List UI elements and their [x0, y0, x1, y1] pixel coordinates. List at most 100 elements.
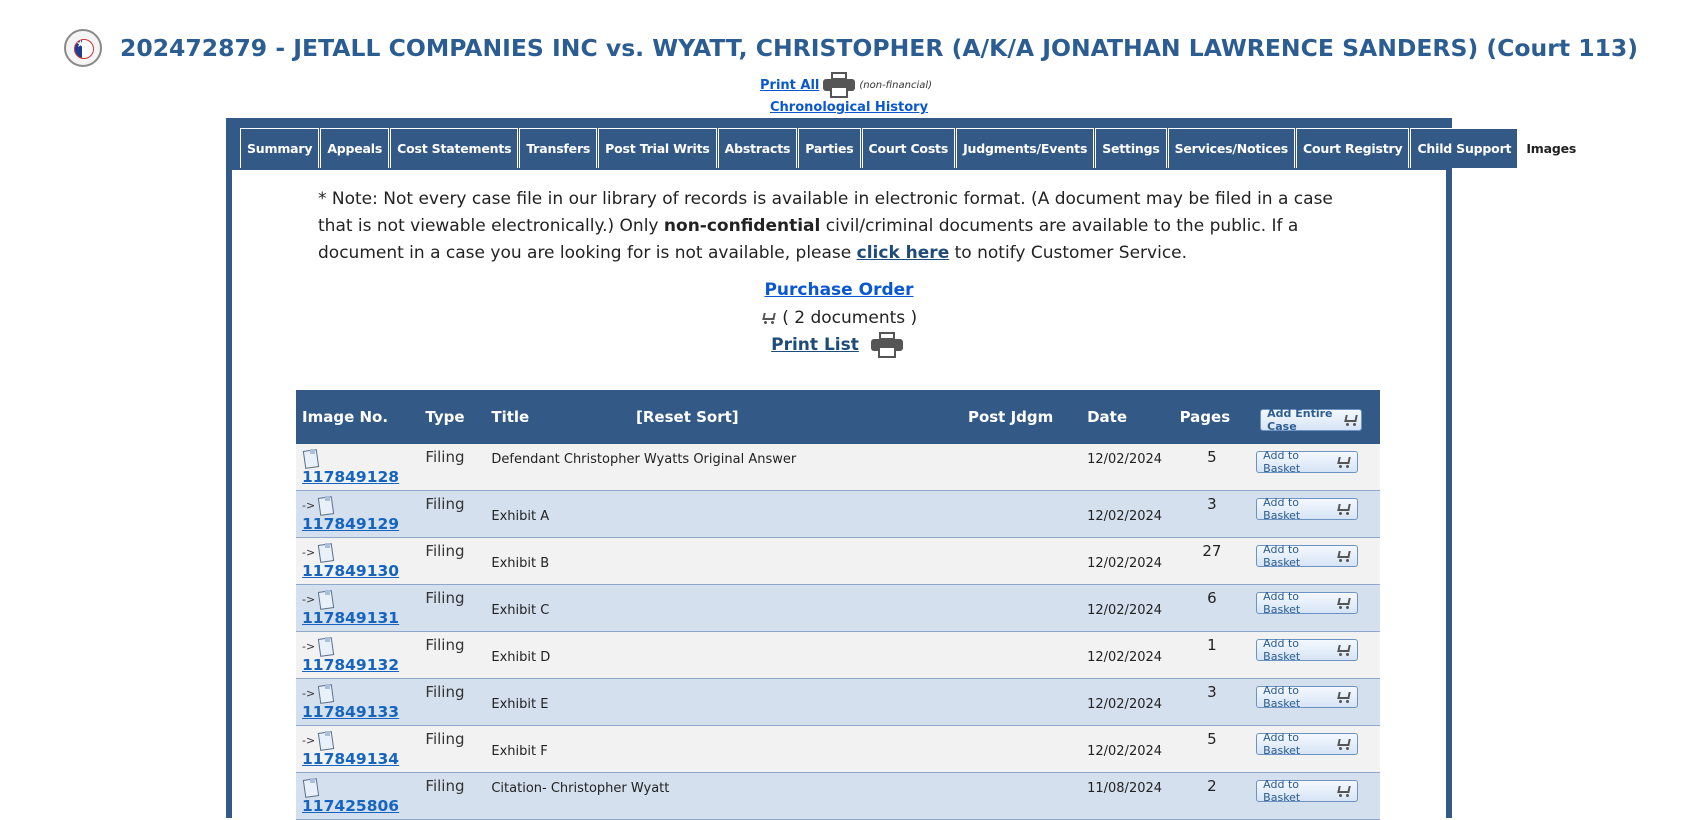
type-cell: Filing: [419, 584, 486, 632]
printer-icon[interactable]: [870, 332, 903, 358]
type-cell: Filing: [419, 631, 486, 679]
add-to-basket-label: Add to Basket: [1263, 684, 1301, 710]
add-to-basket-button[interactable]: Add to Basket: [1256, 449, 1359, 475]
tab-settings[interactable]: Settings: [1095, 128, 1167, 168]
document-icon: [302, 448, 320, 469]
print-list-link[interactable]: Print List: [771, 335, 859, 355]
type-cell: Filing: [419, 725, 486, 773]
document-icon: [317, 542, 335, 563]
date-cell: 12/02/2024: [1081, 725, 1174, 773]
image-link[interactable]: 117849132: [302, 656, 399, 674]
add-to-basket-label: Add to Basket: [1263, 543, 1301, 569]
add-to-basket-button[interactable]: Add to Basket: [1256, 543, 1359, 569]
date-cell: 12/02/2024: [1081, 678, 1174, 726]
actions-cell: Add to Basket: [1250, 537, 1380, 585]
title-cell: Exhibit E: [485, 678, 962, 726]
image-link[interactable]: 117849133: [302, 703, 399, 721]
print-all-row: Print All (non-financial): [760, 72, 932, 98]
non-financial-label: (non-financial): [859, 79, 933, 91]
type-cell: Filing: [419, 678, 486, 726]
note-text-3: to notify Customer Service.: [949, 243, 1188, 263]
table-row: -> 117849131 Filing Exhibit C 12/02/2024 6 Add…: [296, 584, 1380, 632]
purchase-order-link[interactable]: Purchase Order: [764, 280, 913, 300]
click-here-link[interactable]: click here: [857, 243, 950, 263]
col-type[interactable]: Type: [419, 390, 486, 444]
image-link[interactable]: 117849128: [302, 468, 399, 486]
col-pages[interactable]: Pages: [1173, 390, 1251, 444]
type-cell: Filing: [419, 772, 486, 820]
post-jdgm-cell: [961, 490, 1082, 538]
pages-cell: 3: [1173, 490, 1251, 538]
tab-cost-statements[interactable]: Cost Statements: [390, 128, 519, 168]
post-jdgm-cell: [961, 772, 1082, 820]
tab-transfers[interactable]: Transfers: [519, 128, 598, 168]
table-row: -> 117849133 Filing Exhibit E 12/02/2024 3 Add…: [296, 678, 1380, 726]
basket-count-row: ( 2 documents ): [232, 308, 1446, 328]
cart-icon: [1336, 550, 1351, 562]
table-row: 117425806 Filing Citation- Christopher Wya…: [296, 772, 1380, 820]
tab-court-registry[interactable]: Court Registry: [1296, 128, 1410, 168]
add-to-basket-button[interactable]: Add to Basket: [1256, 731, 1359, 757]
chronological-history-link[interactable]: Chronological History: [770, 100, 928, 115]
image-no-cell: -> 117849129: [296, 490, 420, 538]
image-link[interactable]: 117849134: [302, 750, 399, 768]
col-image-no[interactable]: Image No.: [296, 390, 420, 444]
image-link[interactable]: 117849129: [302, 515, 399, 533]
date-cell: 12/02/2024: [1081, 444, 1174, 491]
document-icon: [317, 636, 335, 657]
add-to-basket-label: Add to Basket: [1263, 590, 1301, 616]
cart-icon: [1336, 456, 1351, 468]
tab-judgments-events[interactable]: Judgments/Events: [956, 128, 1095, 168]
actions-cell: Add to Basket: [1250, 678, 1380, 726]
tab-summary[interactable]: Summary: [240, 128, 320, 168]
date-cell: 12/02/2024: [1081, 631, 1174, 679]
add-to-basket-label: Add to Basket: [1263, 778, 1301, 804]
tab-court-costs[interactable]: Court Costs: [861, 128, 956, 168]
post-jdgm-cell: [961, 678, 1082, 726]
add-to-basket-button[interactable]: Add to Basket: [1256, 637, 1359, 663]
type-cell: Filing: [419, 537, 486, 585]
col-title[interactable]: Title: [485, 390, 631, 444]
tab-post-trial-writs[interactable]: Post Trial Writs: [598, 128, 717, 168]
tab-parties[interactable]: Parties: [798, 128, 861, 168]
image-link[interactable]: 117425806: [302, 797, 399, 815]
pages-cell: 27: [1173, 537, 1251, 585]
add-to-basket-button[interactable]: Add to Basket: [1256, 778, 1359, 804]
tab-abstracts[interactable]: Abstracts: [717, 128, 798, 168]
cart-icon: [1336, 691, 1351, 703]
table-row: -> 117849129 Filing Exhibit A 12/02/2024 3 Add…: [296, 490, 1380, 538]
images-table: Image No. Type Title [Reset Sort] Post J…: [296, 390, 1380, 820]
pages-cell: 3: [1173, 678, 1251, 726]
tab-services-notices[interactable]: Services/Notices: [1167, 128, 1296, 168]
reset-sort-link[interactable]: [Reset Sort]: [630, 390, 962, 444]
add-to-basket-button[interactable]: Add to Basket: [1256, 590, 1359, 616]
add-entire-case-button[interactable]: Add Entire Case: [1260, 407, 1363, 433]
image-link[interactable]: 117849130: [302, 562, 399, 580]
print-all-link[interactable]: Print All: [760, 78, 819, 93]
date-cell: 11/08/2024: [1081, 772, 1174, 820]
col-post-jdgm[interactable]: Post Jdgm: [961, 390, 1082, 444]
add-to-basket-button[interactable]: Add to Basket: [1256, 496, 1359, 522]
image-no-cell: -> 117849133: [296, 678, 420, 726]
post-jdgm-cell: [961, 631, 1082, 679]
cart-icon: [1336, 738, 1351, 750]
title-cell: Exhibit B: [485, 537, 962, 585]
printer-icon[interactable]: [823, 72, 856, 98]
col-actions: Add Entire Case: [1250, 390, 1380, 444]
add-to-basket-button[interactable]: Add to Basket: [1256, 684, 1359, 710]
tab-images[interactable]: Images: [1519, 128, 1584, 170]
tab-appeals[interactable]: Appeals: [320, 128, 390, 168]
image-link[interactable]: 117849131: [302, 609, 399, 627]
actions-cell: Add to Basket: [1250, 725, 1380, 773]
table-row: -> 117849130 Filing Exhibit B 12/02/2024 27 Ad…: [296, 537, 1380, 585]
title-cell: Exhibit F: [485, 725, 962, 773]
image-no-cell: -> 117849130: [296, 537, 420, 585]
post-jdgm-cell: [961, 725, 1082, 773]
tab-child-support[interactable]: Child Support: [1410, 128, 1519, 168]
cart-icon: [1336, 597, 1351, 609]
image-no-cell: 117849128: [296, 444, 420, 491]
pages-cell: 2: [1173, 772, 1251, 820]
case-panel: Summary Appeals Cost Statements Transfers Po…: [226, 118, 1584, 820]
col-date[interactable]: Date: [1081, 390, 1174, 444]
cart-icon: [1336, 503, 1351, 515]
